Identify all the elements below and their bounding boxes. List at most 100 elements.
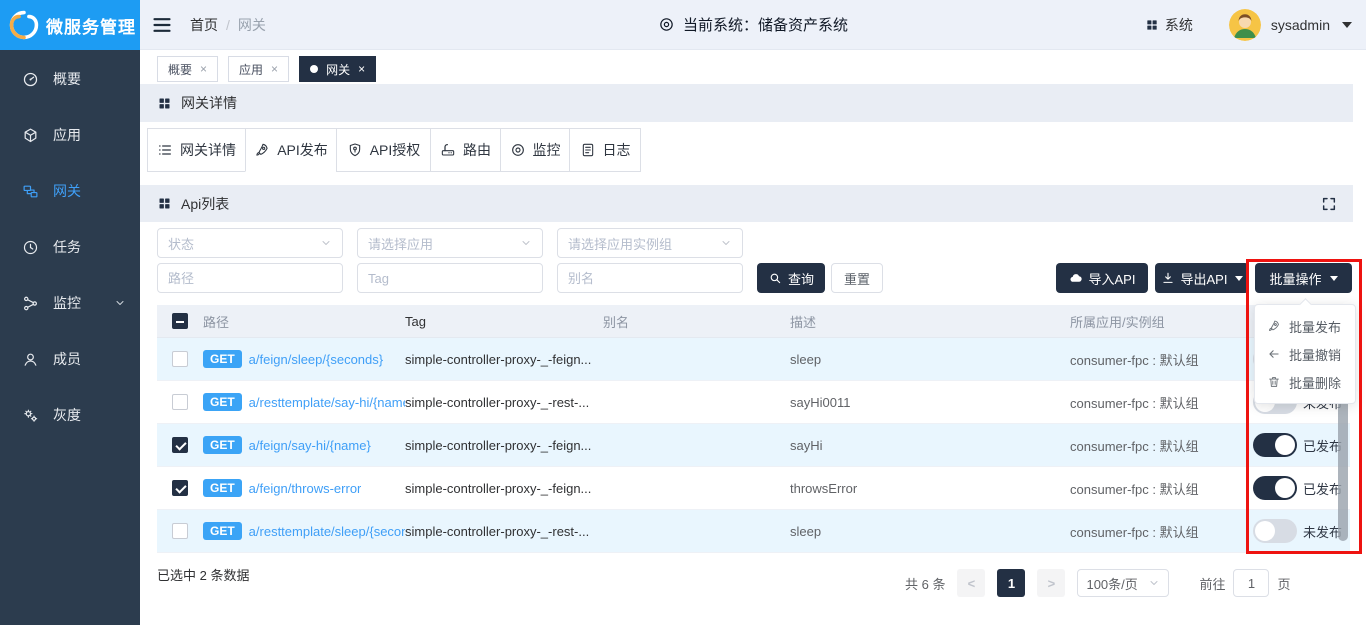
search-button[interactable]: 查询 xyxy=(757,263,825,293)
select-all-checkbox[interactable] xyxy=(172,313,188,329)
prev-page-button[interactable]: < xyxy=(957,569,985,597)
app-cell: consumer-fpc : 默认组 xyxy=(1070,393,1253,412)
clock-icon xyxy=(22,239,39,256)
sidebar-item-overview[interactable]: 概要 xyxy=(0,51,140,107)
publish-toggle[interactable] xyxy=(1253,476,1297,500)
goto-unit: 页 xyxy=(1277,574,1290,593)
app-select[interactable]: 请选择应用 xyxy=(357,228,543,258)
menu-item-batch-revoke[interactable]: 批量撤销 xyxy=(1255,340,1355,368)
close-icon[interactable]: × xyxy=(271,63,278,75)
status-select[interactable]: 状态 xyxy=(157,228,343,258)
current-system-text: 当前系统：储备资产系统 xyxy=(683,14,848,35)
alias-input[interactable] xyxy=(557,263,743,293)
path-input[interactable] xyxy=(157,263,343,293)
reset-button[interactable]: 重置 xyxy=(831,263,883,293)
row-checkbox[interactable] xyxy=(172,394,188,410)
desc-cell: sleep xyxy=(790,524,1070,539)
tag-input[interactable] xyxy=(357,263,543,293)
api-path-link[interactable]: a/feign/throws-error xyxy=(249,481,362,496)
desc-cell: sayHi0011 xyxy=(790,395,1070,410)
tab-route[interactable]: 路由 xyxy=(430,128,501,172)
app-cell: consumer-fpc : 默认组 xyxy=(1070,522,1253,541)
publish-toggle[interactable] xyxy=(1253,433,1297,457)
username[interactable]: sysadmin xyxy=(1271,17,1330,33)
api-path-link[interactable]: a/feign/sleep/{seconds} xyxy=(249,352,383,367)
sidebar-item-gray-release[interactable]: 灰度 xyxy=(0,387,140,443)
breadcrumb-home[interactable]: 首页 xyxy=(190,15,218,35)
close-icon[interactable]: × xyxy=(358,63,365,75)
tab-api-auth[interactable]: API授权 xyxy=(336,128,431,172)
system-menu-button[interactable]: 系统 xyxy=(1145,15,1193,35)
hamburger-icon[interactable] xyxy=(150,15,174,35)
sidebar-item-gateway[interactable]: 网关 xyxy=(0,163,140,219)
table-row[interactable]: GET a/feign/say-hi/{name} simple-control… xyxy=(157,424,1350,467)
tab-api-publish[interactable]: API发布 xyxy=(245,128,337,172)
goto-page: 前往 页 xyxy=(1199,569,1290,597)
menu-item-batch-delete[interactable]: 批量删除 xyxy=(1255,368,1355,396)
tab-label: 网关详情 xyxy=(180,140,236,160)
method-badge: GET xyxy=(203,522,242,540)
menu-item-label: 批量撤销 xyxy=(1289,345,1341,364)
current-system-indicator: 当前系统：储备资产系统 xyxy=(658,14,848,35)
logo-swirl-icon xyxy=(8,9,40,41)
page-tab-apps[interactable]: 应用 × xyxy=(228,56,289,82)
page-size-select[interactable]: 100条/页 xyxy=(1077,569,1169,597)
reset-button-label: 重置 xyxy=(844,269,870,288)
goto-page-input[interactable] xyxy=(1233,569,1269,597)
sidebar-item-label: 监控 xyxy=(53,293,81,313)
current-page-button[interactable]: 1 xyxy=(997,569,1025,597)
page-tab-label: 应用 xyxy=(239,61,263,78)
batch-operations-button[interactable]: 批量操作 xyxy=(1255,263,1352,293)
tag-cell: simple-controller-proxy-_-feign... xyxy=(405,438,603,453)
export-api-label: 导出API xyxy=(1181,269,1228,288)
api-path-link[interactable]: a/resttemplate/sleep/{seconc xyxy=(249,524,405,539)
table-scrollbar-thumb[interactable] xyxy=(1338,395,1348,541)
row-checkbox[interactable] xyxy=(172,437,188,453)
page-tab-gateway[interactable]: 网关 × xyxy=(299,56,376,82)
system-menu-label: 系统 xyxy=(1165,15,1193,35)
api-path-link[interactable]: a/feign/say-hi/{name} xyxy=(249,438,371,453)
row-checkbox[interactable] xyxy=(172,351,188,367)
page-tab-overview[interactable]: 概要 × xyxy=(157,56,218,82)
chevron-down-icon xyxy=(1148,577,1160,589)
row-checkbox[interactable] xyxy=(172,480,188,496)
select-placeholder: 状态 xyxy=(168,234,194,253)
panel-title: Api列表 xyxy=(181,194,229,214)
chevron-down-icon xyxy=(320,237,332,249)
list-icon xyxy=(157,142,173,158)
gauge-icon xyxy=(22,71,39,88)
tag-cell: simple-controller-proxy-_-rest-... xyxy=(405,524,603,539)
menu-item-batch-publish[interactable]: 批量发布 xyxy=(1255,312,1355,340)
next-page-button[interactable]: > xyxy=(1037,569,1065,597)
trash-icon xyxy=(1267,375,1281,389)
avatar[interactable] xyxy=(1229,9,1261,41)
table-row[interactable]: GET a/feign/throws-error simple-controll… xyxy=(157,467,1350,510)
table-row[interactable]: GET a/feign/sleep/{seconds} simple-contr… xyxy=(157,338,1350,381)
import-api-button[interactable]: 导入API xyxy=(1056,263,1148,293)
log-icon xyxy=(580,142,596,158)
tab-logs[interactable]: 日志 xyxy=(569,128,641,172)
sidebar-item-monitor[interactable]: 监控 xyxy=(0,275,140,331)
api-path-link[interactable]: a/resttemplate/say-hi/{name} xyxy=(249,395,405,410)
search-icon xyxy=(768,271,782,285)
table-row[interactable]: GET a/resttemplate/say-hi/{name} simple-… xyxy=(157,381,1350,424)
close-icon[interactable]: × xyxy=(200,63,207,75)
row-checkbox[interactable] xyxy=(172,523,188,539)
sidebar-item-members[interactable]: 成员 xyxy=(0,331,140,387)
tab-monitor[interactable]: 监控 xyxy=(500,128,570,172)
desc-cell: sayHi xyxy=(790,438,1070,453)
table-row[interactable]: GET a/resttemplate/sleep/{seconc simple-… xyxy=(157,510,1350,553)
router-icon xyxy=(440,142,456,158)
sidebar-item-tasks[interactable]: 任务 xyxy=(0,219,140,275)
download-icon xyxy=(1161,271,1175,285)
tab-gateway-detail[interactable]: 网关详情 xyxy=(147,128,246,172)
caret-down-icon[interactable] xyxy=(1342,22,1352,28)
sidebar-item-apps[interactable]: 应用 xyxy=(0,107,140,163)
export-api-button[interactable]: 导出API xyxy=(1155,263,1249,293)
instance-group-select[interactable]: 请选择应用实例组 xyxy=(557,228,743,258)
publish-toggle[interactable] xyxy=(1253,519,1297,543)
publish-status-label: 已发布 xyxy=(1303,436,1342,455)
arrow-left-icon xyxy=(1267,347,1281,361)
fullscreen-icon[interactable] xyxy=(1321,196,1337,212)
app-logo[interactable]: 微服务管理 xyxy=(0,0,140,50)
